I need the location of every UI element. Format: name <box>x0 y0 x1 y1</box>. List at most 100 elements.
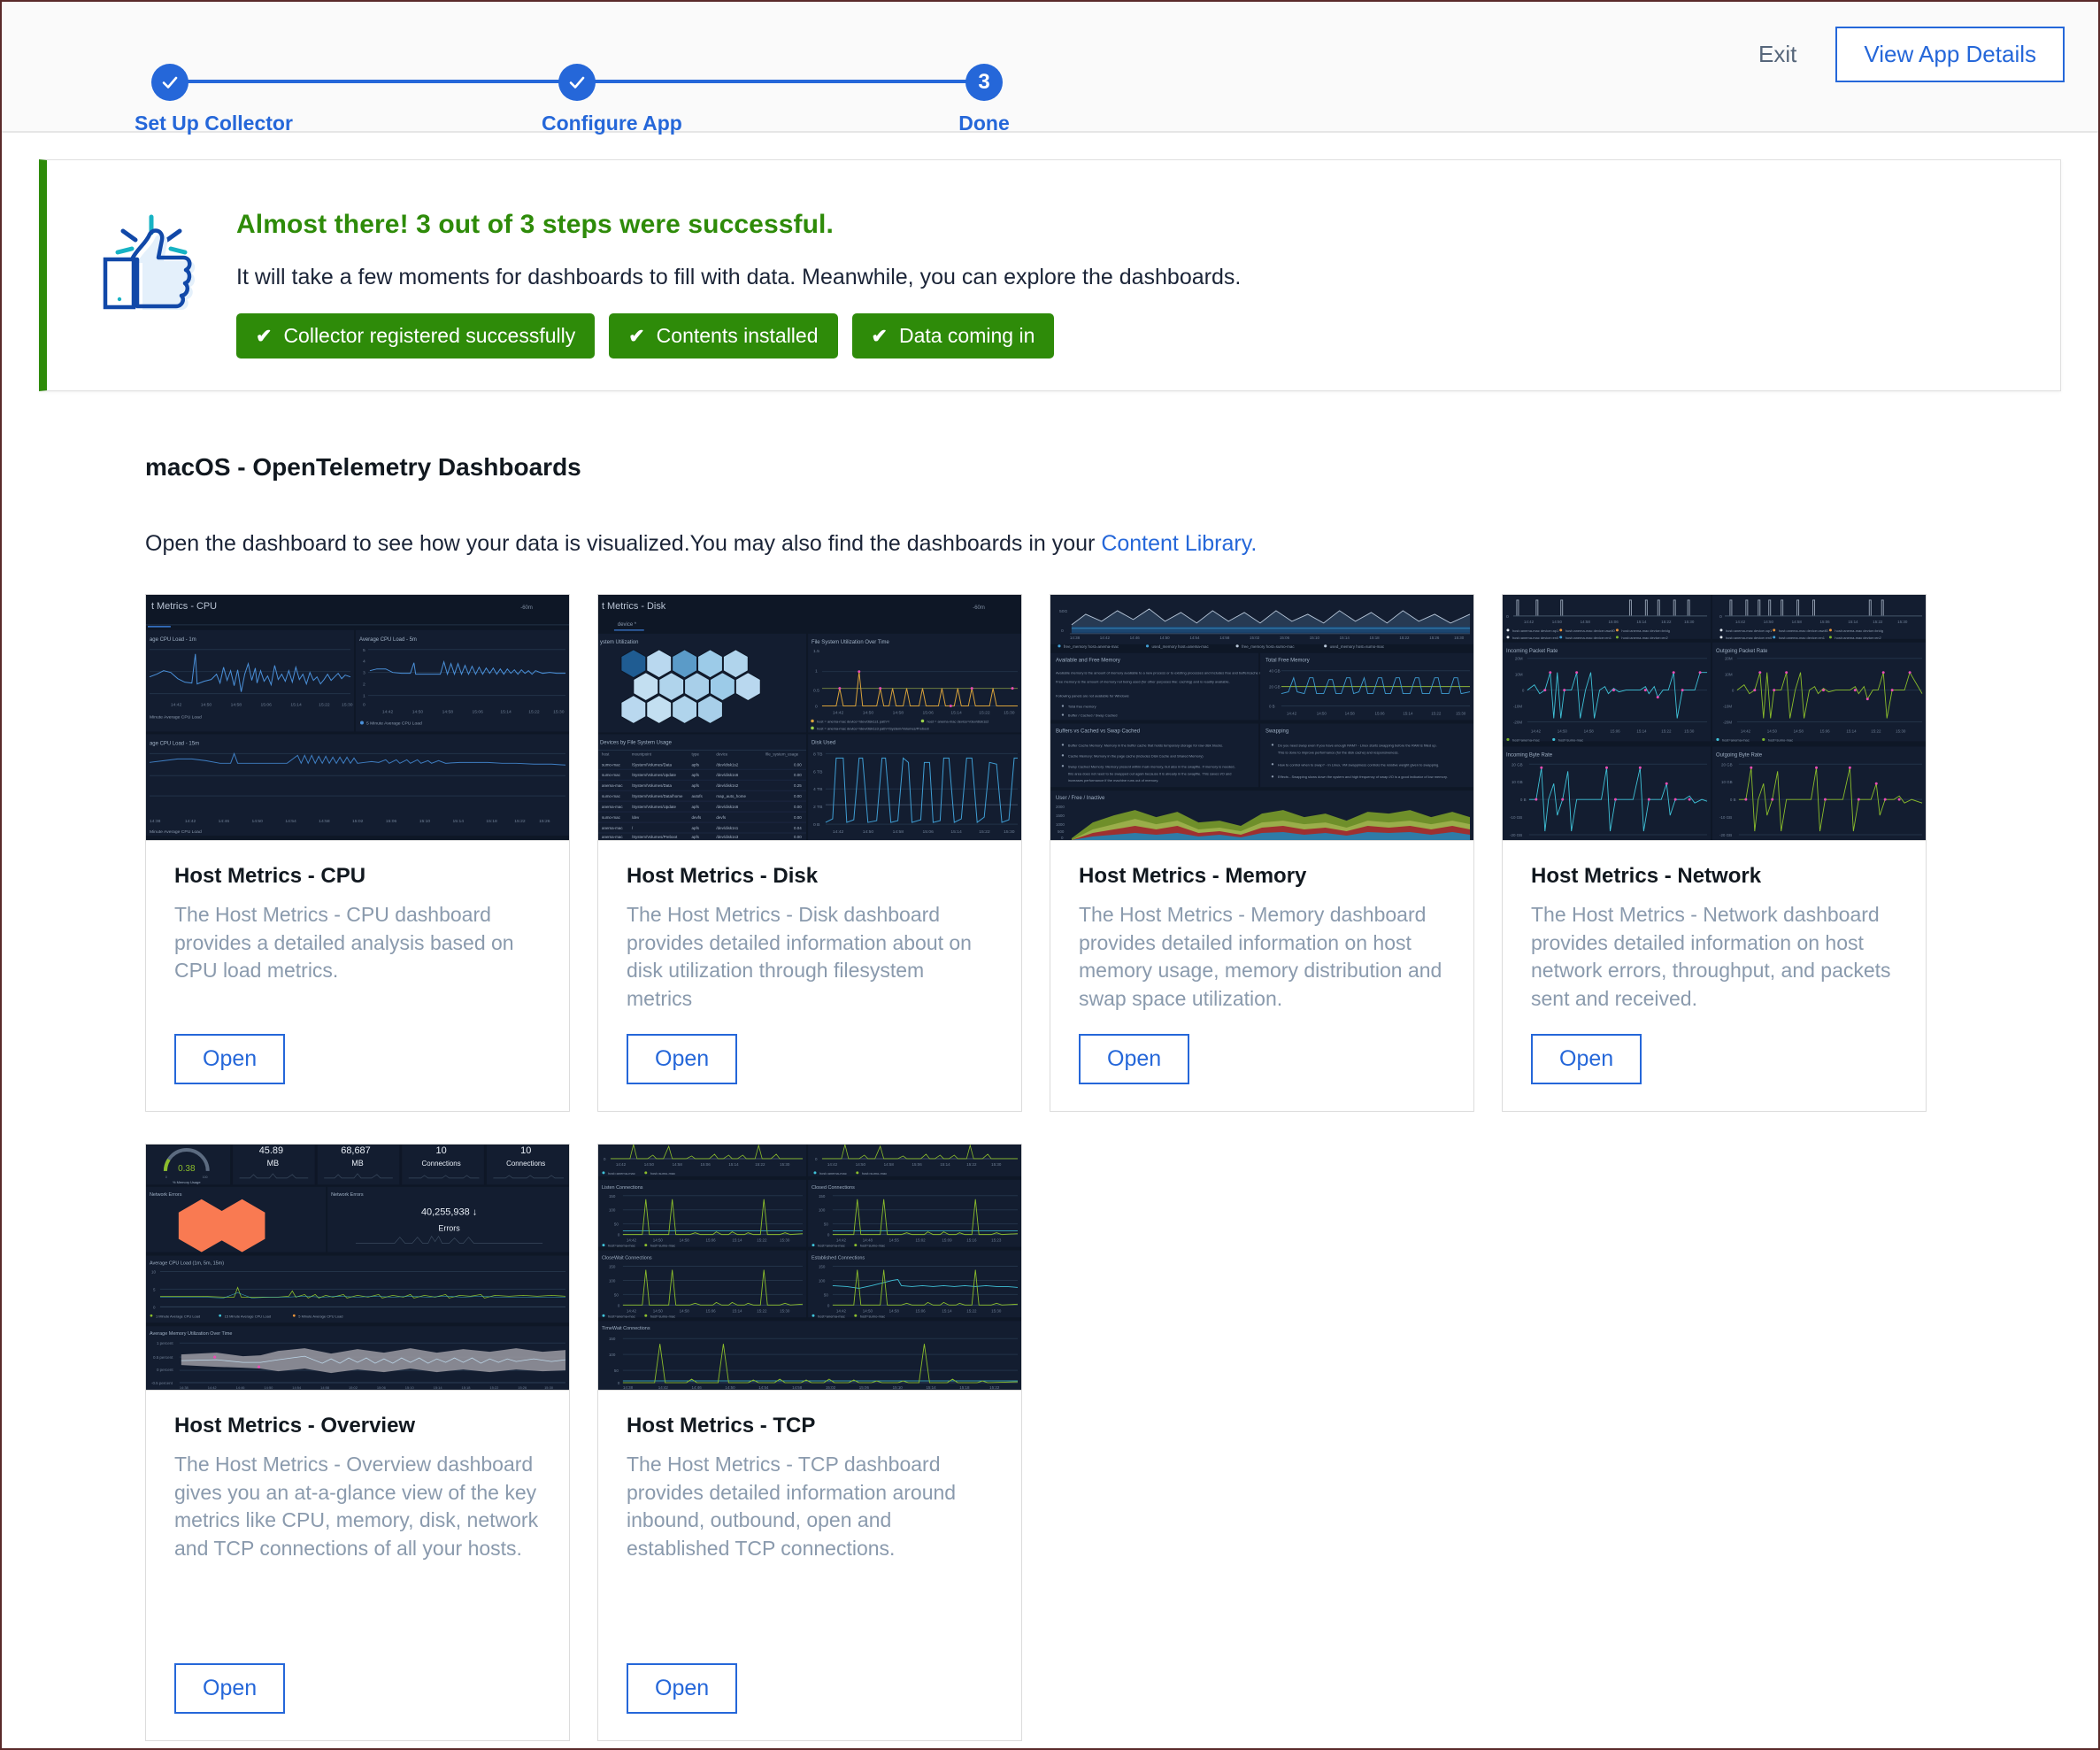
svg-text:14:46: 14:46 <box>692 1385 703 1390</box>
svg-text:This is done to improve perfor: This is done to improve performance (for… <box>1278 750 1399 754</box>
svg-text:15:06: 15:06 <box>922 711 934 716</box>
svg-text:this area does not need to be: this area does not need to be swapped ou… <box>1068 771 1232 775</box>
svg-text:10: 10 <box>520 1145 531 1156</box>
svg-text:0.5: 0.5 <box>813 689 819 694</box>
svg-text:t Metrics - CPU: t Metrics - CPU <box>151 601 217 612</box>
svg-text:4 TB: 4 TB <box>813 787 823 792</box>
dashboard-card-tcp: 00 14:42 14:50 14:58 15:06 15:14 15:22 15:30 1… <box>597 1144 1022 1741</box>
svg-text:50: 50 <box>614 1222 619 1227</box>
svg-text:14:42: 14:42 <box>833 711 844 716</box>
svg-text:15:14: 15:14 <box>728 1162 739 1167</box>
host-metrics-memory-thumbnail[interactable]: 50G 0 14:38 14:42 14:46 14:50 14:54 14:58 15:… <box>1050 595 1473 841</box>
svg-text:Average Memory Utilization Ove: Average Memory Utilization Over Time <box>150 1331 232 1337</box>
svg-text:20M: 20M <box>1725 657 1733 661</box>
svg-text:14:50: 14:50 <box>1558 729 1568 733</box>
svg-text:68,687: 68,687 <box>341 1145 370 1156</box>
svg-text:apfs: apfs <box>692 773 700 777</box>
svg-text:15:14: 15:14 <box>926 1385 936 1390</box>
open-dashboard-button[interactable]: Open <box>174 1663 286 1714</box>
svg-text:host=anema-mac: host=anema-mac <box>1512 737 1540 742</box>
open-dashboard-button[interactable]: Open <box>174 1034 286 1084</box>
svg-text:15:30: 15:30 <box>991 1162 1002 1167</box>
svg-text:Total free memory: Total free memory <box>1068 705 1096 709</box>
svg-text:14:42: 14:42 <box>185 819 196 824</box>
svg-text:1: 1 <box>815 669 818 675</box>
svg-text:host=anema-mac: host=anema-mac <box>818 1314 845 1318</box>
svg-text:14:58: 14:58 <box>320 1385 330 1390</box>
svg-text:1 percent: 1 percent <box>157 1341 173 1345</box>
stepper-step-configure-app[interactable]: Configure App <box>542 64 682 135</box>
svg-text:0.00: 0.00 <box>794 815 802 820</box>
status-badge-label: Contents installed <box>656 324 819 347</box>
svg-text:Devices by File System Usage: Devices by File System Usage <box>600 740 673 745</box>
svg-text:150: 150 <box>819 1194 826 1199</box>
svg-text:15:26: 15:26 <box>518 1385 527 1390</box>
open-dashboard-button[interactable]: Open <box>1079 1034 1190 1084</box>
dashboard-card-memory: 50G 0 14:38 14:42 14:46 14:50 14:54 14:58 15:… <box>1050 594 1474 1112</box>
stepper-step-done[interactable]: 3 Done <box>949 64 1019 135</box>
status-badge-label: Collector registered successfully <box>283 324 576 347</box>
open-dashboard-button[interactable]: Open <box>1531 1034 1642 1084</box>
svg-text:0.00: 0.00 <box>794 773 802 777</box>
svg-text:15:06: 15:06 <box>922 829 934 835</box>
card-title: Host Metrics - TCP <box>627 1414 816 1438</box>
svg-text:0 B: 0 B <box>1269 705 1275 709</box>
exit-button[interactable]: Exit <box>1753 32 1802 77</box>
svg-text:Swap Cached Memory: Memory pre: Swap Cached Memory: Memory present withi… <box>1068 764 1235 768</box>
svg-text:100: 100 <box>819 1208 826 1213</box>
svg-text:Incoming Byte Rate: Incoming Byte Rate <box>1506 752 1553 758</box>
open-dashboard-button[interactable]: Open <box>627 1663 738 1714</box>
host-metrics-overview-thumbnail[interactable]: 0.38 0 100 % Memory Usage 45.89 MB 68,687… <box>146 1145 569 1391</box>
svg-text:15:22: 15:22 <box>319 703 330 708</box>
host-metrics-tcp-thumbnail[interactable]: 00 14:42 14:50 14:58 15:06 15:14 15:22 15:30 1… <box>598 1145 1021 1391</box>
svg-text:0.00: 0.00 <box>794 835 802 839</box>
card-body: Host Metrics - CPU The Host Metrics - CP… <box>146 841 569 1034</box>
svg-text:15:18: 15:18 <box>1369 636 1380 640</box>
host-metrics-cpu-thumbnail[interactable]: t Metrics - CPU -60m age CPU Load - 1m 1… <box>146 595 569 841</box>
card-body: Host Metrics - Disk The Host Metrics - D… <box>598 841 1021 1034</box>
svg-text:host: host <box>602 752 610 756</box>
stepper-connector-2 <box>577 80 984 83</box>
svg-text:-20 GB: -20 GB <box>1719 833 1732 837</box>
content-library-link[interactable]: Content Library. <box>1101 531 1257 556</box>
host-metrics-network-thumbnail[interactable]: 0 0 14:42 14:50 14:58 15:06 15:14 15:22 15:30 1… <box>1503 595 1926 841</box>
svg-text:15:22: 15:22 <box>514 819 526 824</box>
svg-text:/System/Volumes/Data: /System/Volumes/Data <box>632 762 673 767</box>
svg-text:15:02: 15:02 <box>352 819 364 824</box>
stepper-step-setup-collector[interactable]: Set Up Collector <box>135 64 293 135</box>
svg-text:apfs: apfs <box>692 835 700 839</box>
svg-text:15:06: 15:06 <box>1820 620 1831 624</box>
open-dashboard-button[interactable]: Open <box>627 1034 738 1084</box>
svg-text:15:14: 15:14 <box>732 1238 742 1243</box>
host-metrics-disk-thumbnail[interactable]: t Metrics - Disk -60m device * ystem Uti… <box>598 595 1021 841</box>
svg-text:14:58: 14:58 <box>792 1385 803 1390</box>
step-complete-check-icon <box>558 64 596 101</box>
svg-text:14:42: 14:42 <box>1287 712 1297 716</box>
svg-text:14:50: 14:50 <box>653 1308 664 1313</box>
svg-text:14:50: 14:50 <box>653 1238 664 1243</box>
svg-text:14:58: 14:58 <box>673 1162 683 1167</box>
svg-text:14:50: 14:50 <box>252 819 264 824</box>
svg-text:host=anema-mac device=en2: host=anema-mac device=en2 <box>1621 636 1667 640</box>
svg-text:host=anema-mac device=ap1: host=anema-mac device=ap1 <box>1726 628 1773 633</box>
svg-text:0 percent: 0 percent <box>157 1368 173 1372</box>
svg-text:15:06: 15:06 <box>1820 729 1831 733</box>
svg-text:15:26: 15:26 <box>1429 636 1440 640</box>
svg-text:15:02: 15:02 <box>916 1238 927 1243</box>
svg-text:14:58: 14:58 <box>680 1238 690 1243</box>
svg-text:14:38: 14:38 <box>150 819 161 824</box>
svg-text:0 B: 0 B <box>1730 798 1736 802</box>
banner-description: It will take a few moments for dashboard… <box>236 265 1242 289</box>
svg-text:150: 150 <box>609 1194 616 1199</box>
svg-text:Cache Memory: Memory in the pa: Cache Memory: Memory in the page cache (… <box>1068 753 1204 758</box>
svg-text:14:50: 14:50 <box>1764 620 1774 624</box>
view-app-details-button[interactable]: View App Details <box>1835 27 2065 82</box>
svg-text:500: 500 <box>1058 829 1065 834</box>
svg-text:50: 50 <box>614 1292 619 1297</box>
svg-text:/System/Volumes/Update: /System/Volumes/Update <box>632 773 677 777</box>
svg-text:Do you need swap even if you h: Do you need swap even if you have enough… <box>1278 743 1437 747</box>
svg-text:14:42: 14:42 <box>836 1238 847 1243</box>
svg-text:15:30: 15:30 <box>1684 729 1695 733</box>
svg-text:100: 100 <box>609 1208 616 1213</box>
svg-text:14:38: 14:38 <box>623 1385 634 1390</box>
